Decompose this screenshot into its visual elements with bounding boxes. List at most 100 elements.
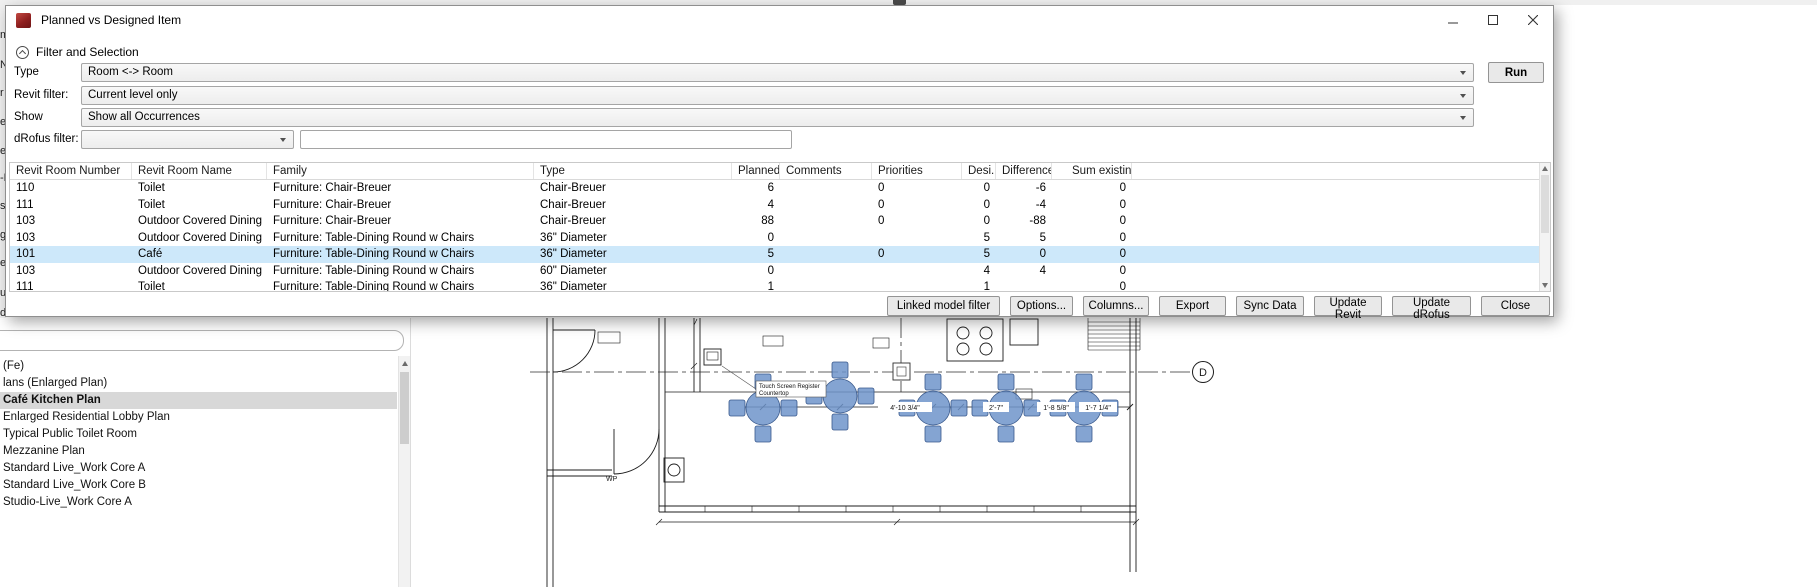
table-cell: 101 <box>10 246 132 263</box>
close-button[interactable]: Close <box>1481 296 1550 316</box>
planned-vs-designed-dialog: Planned vs Designed Item Filter and Sele… <box>5 5 1554 317</box>
type-dropdown[interactable]: Room <-> Room <box>81 63 1474 82</box>
table-cell: 0 <box>1052 246 1132 263</box>
table-cell: 36" Diameter <box>534 246 732 263</box>
table-cell: 1 <box>962 279 996 292</box>
table-cell: 0 <box>872 197 962 214</box>
grid-bubble: D <box>1193 362 1214 383</box>
table-cell: 111 <box>10 197 132 214</box>
table-cell: Chair-Breuer <box>534 180 732 197</box>
table-cell: 36" Diameter <box>534 279 732 292</box>
table-row[interactable]: 103Outdoor Covered DiningFurniture: Tabl… <box>10 263 1550 280</box>
table-row[interactable]: 101CaféFurniture: Table-Dining Round w C… <box>10 246 1550 263</box>
table-scrollbar[interactable] <box>1539 163 1550 291</box>
table-cell <box>872 279 962 292</box>
sync-data-button[interactable]: Sync Data <box>1236 296 1304 316</box>
run-button[interactable]: Run <box>1488 62 1544 83</box>
options-button[interactable]: Options... <box>1010 296 1073 316</box>
revit-filter-dropdown[interactable]: Current level only <box>81 86 1474 105</box>
table-cell: 0 <box>1052 213 1132 230</box>
browser-item-standard-live-work-core-b[interactable]: Standard Live_Work Core B <box>0 477 397 494</box>
chair <box>998 426 1014 442</box>
chair <box>755 426 771 442</box>
annotation-line2: Countertop <box>759 391 789 397</box>
column-header-priorities[interactable]: Priorities <box>872 163 962 179</box>
column-header-planned[interactable]: Planned <box>732 163 780 179</box>
revit-filter-dropdown-value: Current level only <box>88 89 177 101</box>
browser-item-mezzanine-plan[interactable]: Mezzanine Plan <box>0 443 397 460</box>
table-cell: Furniture: Table-Dining Round w Chairs <box>267 279 534 292</box>
browser-scrollbar[interactable] <box>398 356 410 587</box>
column-header-desi[interactable]: Desi... <box>962 163 996 179</box>
browser-item-standard-live-work-core-a[interactable]: Standard Live_Work Core A <box>0 460 397 477</box>
table-row[interactable]: 103Outdoor Covered DiningFurniture: Tabl… <box>10 230 1550 247</box>
browser-item-enlarged-residential-lobby-plan[interactable]: Enlarged Residential Lobby Plan <box>0 409 397 426</box>
chevron-down-icon <box>1460 94 1466 98</box>
column-header-sum-existin[interactable]: Sum existin... <box>1052 163 1132 179</box>
drofus-filter-input[interactable] <box>300 130 792 149</box>
close-button[interactable] <box>1513 6 1553 34</box>
chair <box>832 362 848 378</box>
table-cell <box>780 197 872 214</box>
scroll-up-icon[interactable] <box>402 361 408 366</box>
browser-search-box[interactable] <box>0 330 404 351</box>
table-cell: 0 <box>962 180 996 197</box>
column-header-difference[interactable]: Difference <box>996 163 1052 179</box>
columns-button[interactable]: Columns... <box>1083 296 1149 316</box>
table-cell <box>780 279 872 292</box>
annotation-line1: Touch Screen Register <box>759 384 820 390</box>
browser-list: (Fe)lans (Enlarged Plan)Café Kitchen Pla… <box>0 358 397 511</box>
export-button[interactable]: Export <box>1159 296 1226 316</box>
maximize-button[interactable] <box>1473 6 1513 34</box>
linked-model-filter-button[interactable]: Linked model filter <box>887 296 1000 316</box>
table-row[interactable]: 110ToiletFurniture: Chair-BreuerChair-Br… <box>10 180 1550 197</box>
scroll-up-icon[interactable] <box>1542 166 1548 171</box>
project-browser-panel: (Fe)lans (Enlarged Plan)Café Kitchen Pla… <box>0 318 411 587</box>
column-header-family[interactable]: Family <box>267 163 534 179</box>
scroll-down-icon[interactable] <box>1542 283 1548 288</box>
table-cell: 1 <box>732 279 780 292</box>
table-row[interactable]: 111ToiletFurniture: Table-Dining Round w… <box>10 279 1550 292</box>
table-scroll-thumb[interactable] <box>1541 175 1549 233</box>
minimize-button[interactable] <box>1433 6 1473 34</box>
grid-intersection-marker <box>893 363 910 380</box>
table-cell: -6 <box>996 180 1052 197</box>
browser-item-studio-live-work-core-a[interactable]: Studio-Live_Work Core A <box>0 494 397 511</box>
column-header-revit-room-number[interactable]: Revit Room Number <box>10 163 132 179</box>
browser-item-fe[interactable]: (Fe) <box>0 358 397 375</box>
table-cell <box>780 213 872 230</box>
table-cell: 0 <box>872 246 962 263</box>
chevron-down-icon <box>1460 116 1466 120</box>
table-cell: 60" Diameter <box>534 263 732 280</box>
chair <box>998 374 1014 390</box>
table-cell: Furniture: Chair-Breuer <box>267 197 534 214</box>
column-header-revit-room-name[interactable]: Revit Room Name <box>132 163 267 179</box>
show-dropdown[interactable]: Show all Occurrences <box>81 108 1474 127</box>
table-cell: 6 <box>732 180 780 197</box>
table-cell: 0 <box>872 213 962 230</box>
drofus-filter-label: dRofus filter: <box>14 133 79 145</box>
table-header: Revit Room NumberRevit Room NameFamilyTy… <box>10 163 1550 180</box>
browser-scroll-thumb[interactable] <box>400 372 409 444</box>
column-header-comments[interactable]: Comments <box>780 163 872 179</box>
table-cell: Outdoor Covered Dining <box>132 263 267 280</box>
dimension-text: 1'-7 1/4" <box>1085 405 1111 412</box>
show-dropdown-value: Show all Occurrences <box>88 111 200 123</box>
plan-walls <box>547 318 1140 587</box>
browser-item-caf-kitchen-plan[interactable]: Café Kitchen Plan <box>0 392 397 409</box>
drofus-filter-dropdown[interactable] <box>81 130 294 149</box>
table-cell: Outdoor Covered Dining <box>132 213 267 230</box>
table-cell: Toilet <box>132 279 267 292</box>
browser-item-typical-public-toilet-room[interactable]: Typical Public Toilet Room <box>0 426 397 443</box>
update-drofus-button[interactable]: Update dRofus <box>1392 296 1471 316</box>
table-row[interactable]: 103Outdoor Covered DiningFurniture: Chai… <box>10 213 1550 230</box>
update-revit-button[interactable]: Update Revit <box>1314 296 1382 316</box>
table-row[interactable]: 111ToiletFurniture: Chair-BreuerChair-Br… <box>10 197 1550 214</box>
table-cell <box>780 246 872 263</box>
collapse-section-button[interactable] <box>16 46 29 59</box>
browser-item-lans-enlarged-plan[interactable]: lans (Enlarged Plan) <box>0 375 397 392</box>
table-cell: 0 <box>872 180 962 197</box>
table-cell: 0 <box>1052 279 1132 292</box>
column-header-type[interactable]: Type <box>534 163 732 179</box>
minimize-icon <box>1448 15 1458 25</box>
